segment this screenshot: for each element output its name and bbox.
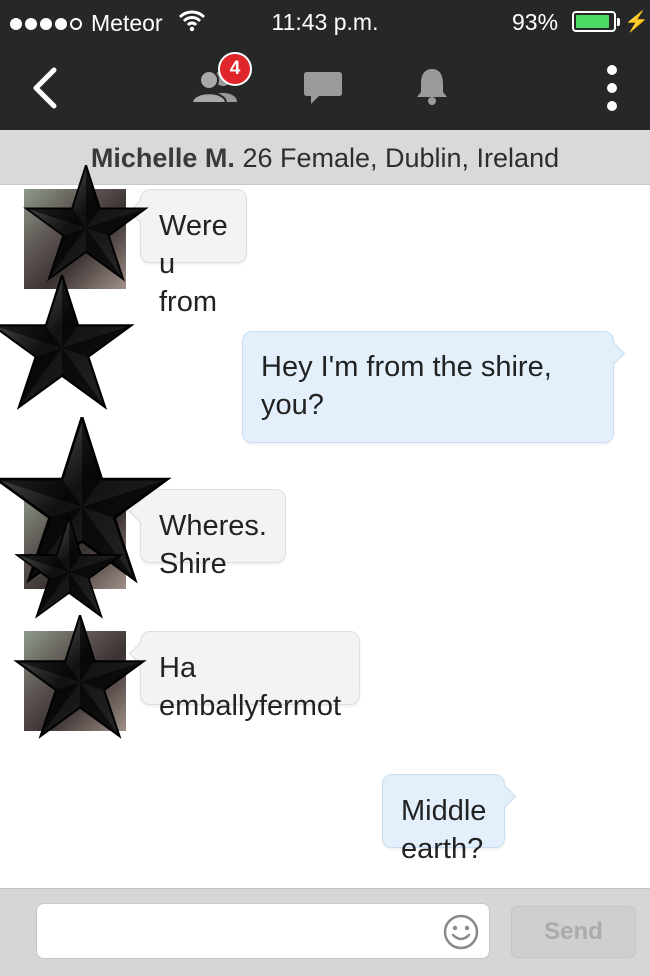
battery-fill — [576, 15, 610, 28]
battery-icon — [572, 11, 620, 32]
message-composer: Send — [0, 888, 650, 976]
star-sticker — [15, 615, 145, 738]
message-list[interactable]: Were u from Hey I'm from the shire, you?… — [0, 165, 650, 888]
message-input[interactable] — [36, 903, 490, 959]
message-bubble: Ha emballyfermot — [140, 631, 361, 722]
battery-percent: 93% — [512, 9, 559, 35]
notification-badge: 4 — [218, 52, 252, 86]
star-sticker — [25, 165, 147, 280]
message-bubble: Middle earth? — [382, 774, 506, 865]
bell-icon[interactable] — [414, 66, 450, 106]
star-sticker — [0, 275, 133, 409]
message-bubble: Were u from — [140, 189, 247, 318]
profile-details: 26 Female, Dublin, Ireland — [242, 143, 560, 173]
more-icon[interactable] — [604, 64, 620, 112]
chat-icon[interactable] — [303, 70, 343, 106]
smiley-icon[interactable] — [442, 913, 480, 951]
star-sticker — [15, 517, 123, 618]
back-icon[interactable] — [28, 66, 60, 110]
message-bubble: Hey I'm from the shire, you? — [242, 331, 614, 443]
charging-icon: ⚡ — [624, 11, 649, 33]
send-button[interactable]: Send — [511, 906, 636, 958]
nav-bar: 4 — [0, 44, 650, 130]
status-bar: Meteor 11:43 p.m. 93% ⚡ — [0, 0, 650, 44]
